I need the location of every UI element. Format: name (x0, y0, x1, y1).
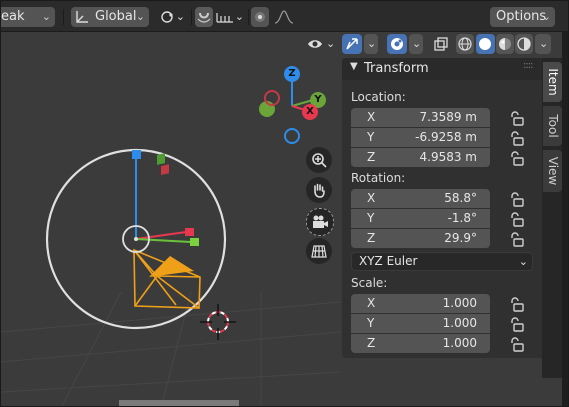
scale-z-field[interactable]: Z 1.000 (351, 334, 490, 353)
scale-x-field[interactable]: X 1.000 (351, 294, 490, 313)
orientation-label: Global (95, 9, 137, 24)
gizmo-y-line (135, 238, 192, 243)
lock-icon[interactable] (508, 231, 524, 247)
pan-button[interactable] (306, 177, 332, 203)
rotation-mode-dropdown[interactable]: XYZ Euler ⌄ (351, 252, 533, 271)
zoom-button[interactable] (306, 147, 332, 173)
lock-icon[interactable] (508, 150, 524, 166)
gizmo-plane-yz (157, 153, 165, 165)
lock-icon[interactable] (508, 211, 524, 227)
sidebar-tabs: Item Tool View (542, 58, 562, 378)
gizmo-plane-xz (161, 164, 169, 175)
grid-icon (311, 245, 327, 258)
scale-label: Scale: (351, 276, 388, 290)
rotation-x-field[interactable]: X 58.8° (351, 189, 490, 208)
zoom-icon (312, 153, 327, 168)
perspective-toggle-button[interactable] (306, 238, 332, 264)
collapse-arrow-icon: ▼ (350, 61, 358, 72)
location-y-field[interactable]: Y -6.9258 m (351, 128, 490, 147)
separator (63, 9, 64, 25)
pivot-icon (161, 11, 173, 23)
separator (191, 9, 192, 25)
lock-icon[interactable] (508, 336, 524, 352)
location-z-field[interactable]: Z 4.9583 m (351, 148, 490, 167)
gizmo-dropdown[interactable]: ⌄ (364, 34, 378, 54)
falloff-dropdown[interactable] (271, 7, 301, 27)
gizmo-y-handle (190, 238, 199, 246)
xray-toggle[interactable] (431, 34, 451, 54)
nav-axis-x[interactable]: X (302, 104, 318, 120)
overlay-toggle[interactable] (387, 34, 407, 54)
shading-dropdown[interactable]: ⌄ (535, 34, 551, 54)
xray-icon (434, 37, 448, 51)
tab-view[interactable]: View (543, 150, 562, 192)
hand-icon (314, 183, 325, 198)
rendered-icon (517, 37, 531, 51)
lock-icon[interactable] (508, 296, 524, 312)
rotation-y-field[interactable]: Y -1.8° (351, 209, 490, 228)
proportional-edit-toggle[interactable] (251, 7, 269, 27)
lock-icon[interactable] (508, 110, 524, 126)
drag-handle-icon[interactable]: :::: (523, 60, 534, 71)
lock-icon[interactable] (508, 316, 524, 332)
tab-item[interactable]: Item (543, 62, 562, 102)
floor-plane-edge (119, 400, 239, 406)
visibility-dropdown[interactable]: ⌄ (326, 34, 338, 54)
3d-cursor (200, 304, 236, 340)
gizmo-z-handle (132, 150, 141, 159)
right-edge (562, 32, 568, 406)
overlay-icon (391, 38, 403, 50)
viewport-header: eak ⌄ Global ⌄ ⌄ ⌄ Options ⌄ (1, 1, 568, 32)
gizmo-x-handle (185, 228, 194, 236)
wireframe-icon (458, 37, 472, 51)
rotation-label: Rotation: (351, 171, 406, 185)
nav-axis-z[interactable]: Z (284, 66, 300, 82)
pivot-dropdown[interactable]: ⌄ (157, 7, 187, 27)
chevron-down-icon: ⌄ (518, 255, 528, 268)
lock-icon[interactable] (508, 130, 524, 146)
chevron-down-icon: ⌄ (41, 10, 51, 23)
chevron-down-icon: ⌄ (541, 10, 551, 23)
separator (248, 9, 249, 25)
gizmo-center-dot (134, 237, 138, 241)
proportional-icon (255, 12, 265, 22)
transform-orientation-icon (76, 11, 88, 23)
options-dropdown[interactable]: Options ⌄ (490, 7, 555, 27)
falloff-icon (274, 10, 294, 24)
location-label: Location: (351, 90, 406, 104)
chevron-down-icon: ⌄ (135, 10, 145, 23)
gizmo-icon (346, 38, 358, 50)
solid-icon (479, 38, 491, 50)
gizmo-toggle[interactable] (342, 34, 362, 54)
floor-grid (1, 291, 342, 406)
location-x-field[interactable]: X 7.3589 m (351, 108, 490, 127)
shading-solid[interactable] (476, 34, 495, 54)
material-icon (499, 38, 511, 50)
increment-icon (216, 13, 233, 23)
shading-rendered[interactable] (515, 34, 533, 54)
visibility-button[interactable] (306, 34, 324, 54)
gizmo-x-line (135, 231, 187, 240)
eye-icon (308, 40, 322, 48)
camera-icon (313, 215, 328, 228)
transform-panel-header[interactable]: ▼ Transform :::: (342, 58, 542, 80)
camera-object (133, 248, 201, 309)
mode-label: eak (1, 9, 25, 24)
mode-dropdown[interactable]: eak ⌄ (1, 7, 55, 27)
shading-material[interactable] (496, 34, 514, 54)
lock-icon[interactable] (508, 191, 524, 207)
rotation-z-field[interactable]: Z 29.9° (351, 229, 490, 248)
snap-toggle[interactable] (195, 7, 213, 27)
transform-title: Transform (364, 61, 429, 76)
options-label: Options (496, 9, 547, 24)
shading-wireframe[interactable] (456, 34, 474, 54)
snap-target-dropdown[interactable]: ⌄ (215, 7, 245, 27)
scale-y-field[interactable]: Y 1.000 (351, 314, 490, 333)
orientation-dropdown[interactable]: Global ⌄ (71, 7, 149, 27)
snap-icon (197, 12, 211, 23)
overlay-dropdown[interactable]: ⌄ (409, 34, 423, 54)
blender-window: eak ⌄ Global ⌄ ⌄ ⌄ Options ⌄ Z Y X ⌄ ⌄ ⌄… (0, 0, 569, 407)
camera-view-button[interactable] (306, 208, 334, 236)
tab-tool[interactable]: Tool (543, 106, 562, 146)
